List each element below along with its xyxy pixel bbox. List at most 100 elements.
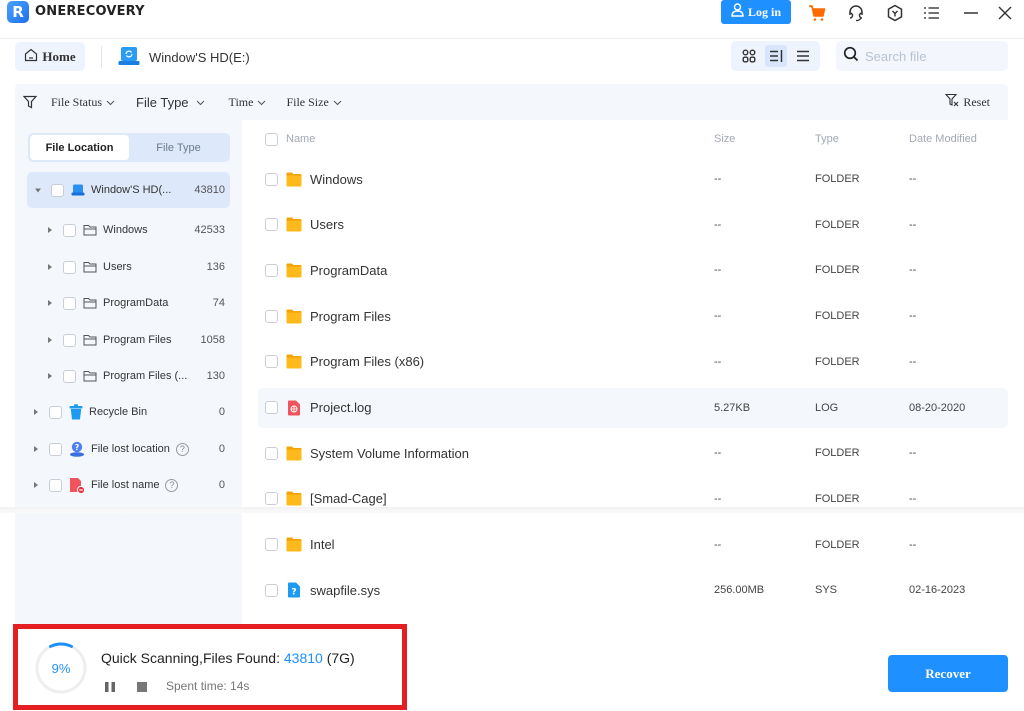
sidebar: File Location File Type Window'S HD(... 4…	[15, 120, 242, 628]
tree-item-count: 1058	[200, 334, 225, 346]
time-dropdown[interactable]: Time	[229, 95, 267, 110]
breadcrumb-drive[interactable]: Window'S HD(E:)	[118, 44, 250, 70]
tree-item-checkbox[interactable]	[63, 223, 76, 237]
table-row[interactable]: Program Files -- FOLDER --	[258, 296, 1008, 336]
tree-item-checkbox[interactable]	[49, 405, 62, 419]
select-all-checkbox[interactable]	[265, 132, 278, 146]
minimize-icon[interactable]	[960, 2, 982, 24]
caret-right-icon[interactable]	[31, 445, 41, 453]
file-name: Intel	[310, 537, 335, 553]
detail-view-button[interactable]	[764, 45, 787, 67]
tree-item-checkbox[interactable]	[63, 260, 76, 274]
row-checkbox[interactable]	[265, 492, 278, 506]
login-button[interactable]: Log in	[721, 0, 791, 24]
file-size: 5.27KB	[714, 401, 751, 414]
tree-item[interactable]: Program Files (... 130	[42, 358, 230, 394]
table-row[interactable]: ProgramData -- FOLDER --	[258, 250, 1008, 290]
tree-item-label: File lost name	[91, 479, 160, 491]
table-row[interactable]: ? swapfile.sys 256.00MB SYS 02-16-2023	[258, 570, 1008, 610]
tree-item[interactable]: Users 136	[42, 249, 230, 285]
tree-item[interactable]: Windows 42533	[42, 212, 230, 248]
home-button[interactable]: Home	[15, 42, 85, 71]
file-date: --	[909, 538, 917, 551]
caret-right-icon[interactable]	[45, 372, 55, 380]
help-icon[interactable]: ?	[175, 442, 189, 456]
tree-item[interactable]: Program Files 1058	[42, 322, 230, 358]
row-checkbox[interactable]	[265, 309, 278, 323]
file-status-dropdown[interactable]: File Status	[51, 95, 115, 110]
tree-item-checkbox[interactable]	[51, 183, 64, 197]
table-row[interactable]: System Volume Information -- FOLDER --	[258, 433, 1008, 473]
row-checkbox[interactable]	[265, 172, 278, 186]
tree-item-checkbox[interactable]	[49, 478, 62, 492]
recover-button[interactable]: Recover	[888, 655, 1008, 692]
list-view-button[interactable]	[792, 45, 814, 67]
reset-label: Reset	[963, 94, 990, 109]
tree-item-count: 136	[206, 261, 225, 273]
column-date-modified[interactable]: Date Modified	[909, 133, 977, 145]
svg-text:?: ?	[291, 588, 296, 598]
cart-icon[interactable]	[806, 2, 828, 24]
nav-separator	[101, 46, 102, 68]
caret-right-icon[interactable]	[31, 408, 41, 416]
tree-item[interactable]: File lost name? 0	[28, 467, 230, 503]
tree-item[interactable]: ? File lost location? 0	[28, 431, 230, 467]
tree-item[interactable]: Recycle Bin 0	[28, 394, 230, 430]
tree-item-checkbox[interactable]	[63, 369, 76, 383]
row-checkbox[interactable]	[265, 218, 278, 232]
grid-view-button[interactable]	[738, 45, 760, 67]
row-checkbox[interactable]	[265, 401, 278, 414]
unknown-file-icon: ?	[286, 582, 302, 598]
column-type[interactable]: Type	[815, 133, 839, 145]
caret-down-icon[interactable]	[33, 186, 43, 194]
file-type-dropdown[interactable]: File Type	[136, 95, 205, 110]
pause-button[interactable]	[104, 681, 116, 693]
row-checkbox[interactable]	[265, 263, 278, 277]
file-size: --	[714, 355, 722, 368]
row-checkbox[interactable]	[265, 355, 278, 369]
caret-right-icon[interactable]	[45, 336, 55, 344]
search-input[interactable]	[865, 48, 995, 64]
menu-list-icon[interactable]	[921, 2, 943, 24]
tab-file-type[interactable]: File Type	[129, 135, 228, 160]
stop-button[interactable]	[136, 681, 148, 693]
file-type: FOLDER	[815, 538, 860, 551]
table-row[interactable]: Users -- FOLDER --	[258, 205, 1008, 245]
close-icon[interactable]	[994, 2, 1016, 24]
table-row[interactable]: Program Files (x86) -- FOLDER --	[258, 342, 1008, 382]
tab-file-location[interactable]: File Location	[30, 135, 129, 160]
tree-item[interactable]: ProgramData 74	[42, 285, 230, 321]
table-row[interactable]: Intel -- FOLDER --	[258, 525, 1008, 565]
hexagon-badge-icon[interactable]	[884, 2, 906, 24]
file-size: --	[714, 447, 722, 460]
column-size[interactable]: Size	[714, 133, 735, 145]
search-icon[interactable]	[843, 46, 859, 67]
file-size-dropdown[interactable]: File Size	[286, 95, 342, 110]
caret-right-icon[interactable]	[31, 481, 41, 489]
headset-icon[interactable]	[845, 2, 867, 24]
tree-item-label: File lost location	[91, 443, 170, 455]
stop-icon	[137, 682, 147, 692]
sidebar-segmented-tabs: File Location File Type	[28, 133, 230, 162]
file-type: LOG	[815, 401, 839, 414]
folder-icon	[286, 491, 302, 507]
reset-filters-button[interactable]: Reset	[945, 93, 990, 111]
help-icon[interactable]: ?	[165, 478, 179, 492]
pause-icon	[105, 682, 115, 692]
row-checkbox[interactable]	[265, 538, 278, 552]
caret-right-icon[interactable]	[45, 226, 55, 234]
caret-right-icon[interactable]	[45, 299, 55, 307]
file-status-label: File Status	[51, 94, 103, 109]
tree-item-checkbox[interactable]	[63, 333, 76, 347]
tree-item[interactable]: Window'S HD(... 43810	[27, 172, 230, 208]
table-row[interactable]: Windows -- FOLDER --	[258, 159, 1008, 199]
folder-icon	[286, 354, 302, 370]
tree-item-checkbox[interactable]	[63, 296, 76, 310]
table-row[interactable]: Project.log 5.27KB LOG 08-20-2020	[258, 387, 1008, 428]
row-checkbox[interactable]	[265, 583, 278, 597]
tree-item-checkbox[interactable]	[49, 442, 62, 456]
file-date: 08-20-2020	[909, 401, 966, 414]
column-name[interactable]: Name	[286, 133, 315, 145]
caret-right-icon[interactable]	[45, 263, 55, 271]
row-checkbox[interactable]	[265, 446, 278, 460]
